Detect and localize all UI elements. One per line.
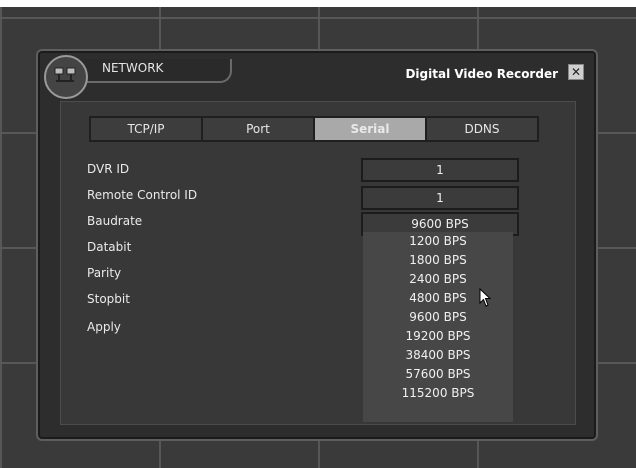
section-title: NETWORK <box>102 61 164 75</box>
apply-label[interactable]: Apply <box>87 320 121 334</box>
remote-control-id-label: Remote Control ID <box>87 188 198 202</box>
dvr-id-label: DVR ID <box>87 162 130 176</box>
mouse-cursor-icon <box>479 288 492 307</box>
close-button[interactable]: ✕ <box>568 64 584 80</box>
dvr-id-field[interactable]: 1 <box>361 158 519 182</box>
network-settings-window: NETWORK Digital Video Recorder ✕ TCP/IP … <box>36 49 598 441</box>
app-name: Digital Video Recorder <box>405 67 558 81</box>
baudrate-option[interactable]: 2400 BPS <box>363 270 513 289</box>
baudrate-option[interactable]: 57600 BPS <box>363 365 513 384</box>
tab-port[interactable]: Port <box>203 118 315 140</box>
stopbit-label: Stopbit <box>87 292 130 306</box>
baudrate-option[interactable]: 1800 BPS <box>363 251 513 270</box>
tab-serial[interactable]: Serial <box>315 118 427 140</box>
baudrate-option[interactable]: 38400 BPS <box>363 346 513 365</box>
baudrate-option[interactable]: 19200 BPS <box>363 327 513 346</box>
remote-control-id-field[interactable]: 1 <box>361 186 519 210</box>
titlebar: NETWORK Digital Video Recorder ✕ <box>38 51 596 99</box>
network-icon <box>44 55 88 99</box>
tab-ddns[interactable]: DDNS <box>427 118 537 140</box>
tab-bar: TCP/IP Port Serial DDNS <box>89 116 539 142</box>
baudrate-option[interactable]: 1200 BPS <box>363 232 513 251</box>
baudrate-dropdown-list: 1200 BPS 1800 BPS 2400 BPS 4800 BPS 9600… <box>363 232 513 422</box>
databit-label: Databit <box>87 240 132 254</box>
baudrate-option[interactable]: 9600 BPS <box>363 308 513 327</box>
baudrate-label: Baudrate <box>87 214 143 228</box>
settings-panel: TCP/IP Port Serial DDNS DVR ID Remote Co… <box>60 101 576 425</box>
baudrate-option[interactable]: 115200 BPS <box>363 384 513 403</box>
parity-label: Parity <box>87 266 122 280</box>
tab-tcp-ip[interactable]: TCP/IP <box>91 118 203 140</box>
